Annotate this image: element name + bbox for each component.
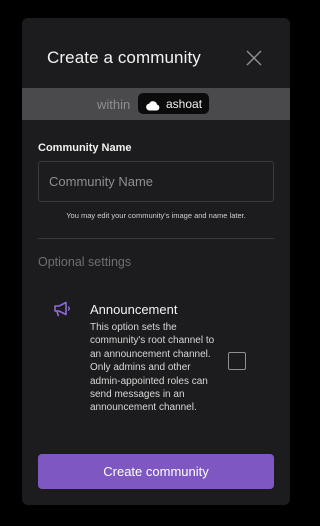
- optional-settings-label: Optional settings: [38, 255, 132, 269]
- announcement-title: Announcement: [90, 302, 178, 317]
- create-community-modal: Create a community within ashoat Communi…: [22, 18, 290, 505]
- keyserver-name: ashoat: [166, 97, 203, 111]
- community-name-hint: You may edit your community's image and …: [66, 211, 246, 220]
- modal-title: Create a community: [47, 48, 201, 67]
- cloud-icon: [145, 98, 160, 111]
- community-name-input[interactable]: [38, 161, 274, 202]
- create-community-button[interactable]: Create community: [38, 454, 274, 489]
- within-label: within: [97, 97, 131, 112]
- close-icon[interactable]: [244, 48, 264, 68]
- within-keyserver-bar: within ashoat: [22, 88, 290, 120]
- modal-header: Create a community: [22, 18, 290, 88]
- community-name-label: Community Name: [38, 142, 132, 154]
- announcement-description: This option sets the community's root ch…: [90, 322, 215, 414]
- keyserver-pill: ashoat: [138, 93, 209, 114]
- section-divider: [38, 238, 274, 239]
- announcement-checkbox[interactable]: [228, 352, 246, 370]
- megaphone-icon: [53, 301, 72, 317]
